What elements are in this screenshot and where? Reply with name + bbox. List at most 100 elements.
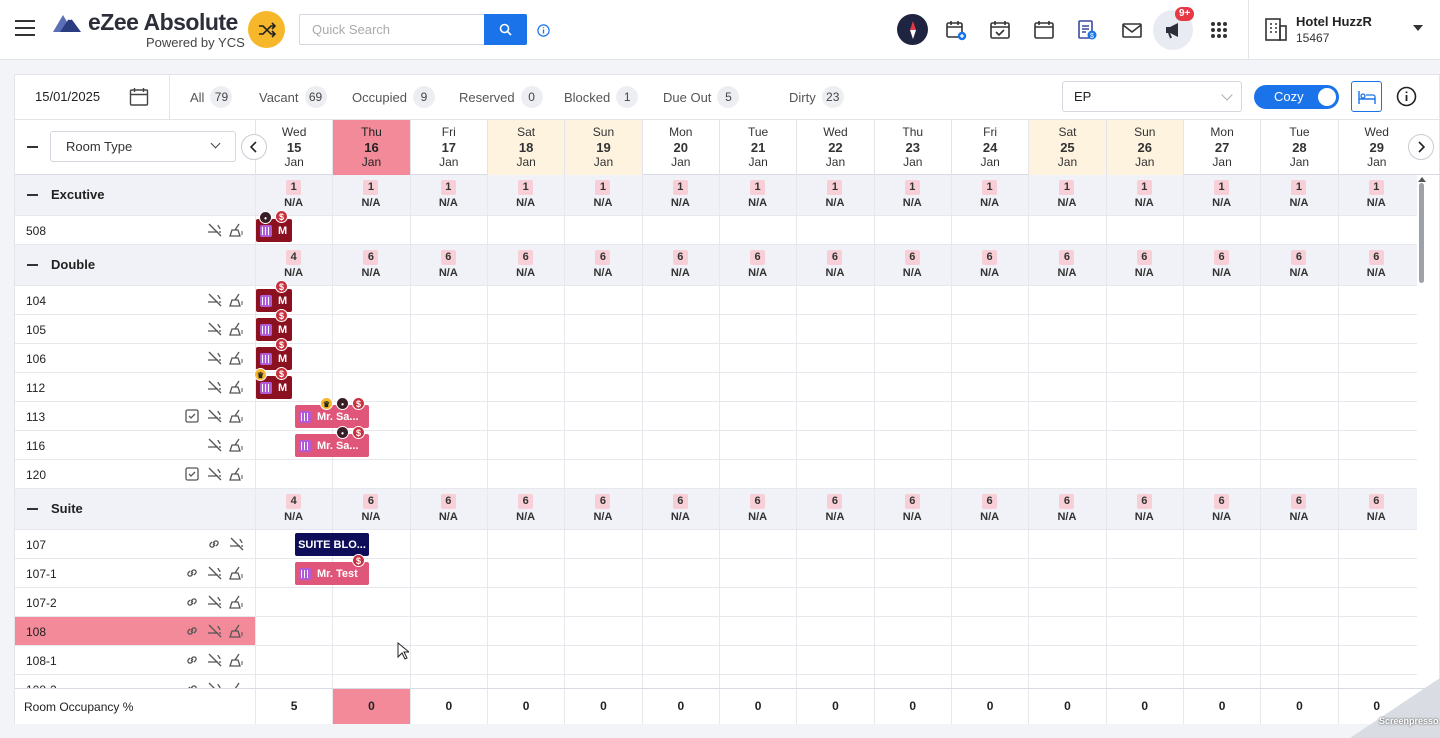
grid-cell[interactable]: [1182, 559, 1260, 587]
hotel-dropdown-caret[interactable]: [1413, 25, 1423, 31]
grid-cell[interactable]: [409, 646, 487, 674]
reservation-block[interactable]: Mr. Sa... $ •: [295, 426, 369, 457]
grid-cell[interactable]: [718, 617, 796, 645]
grid-cell[interactable]: [486, 344, 564, 372]
date-column-header[interactable]: Wed 29 Jan: [1337, 120, 1415, 175]
calendar-icon[interactable]: [1032, 18, 1056, 42]
grid-cell[interactable]: [564, 402, 641, 430]
grid-cell[interactable]: [1182, 402, 1260, 430]
grid-cell[interactable]: [1028, 431, 1105, 459]
filter-chip-due-out[interactable]: Due Out 5: [663, 85, 740, 109]
grid-cell[interactable]: [950, 315, 1028, 343]
grid-cell[interactable]: [796, 315, 873, 343]
grid-cell[interactable]: [873, 559, 951, 587]
grid-cell[interactable]: [1028, 315, 1105, 343]
grid-cell[interactable]: [1028, 530, 1105, 558]
reservation-block[interactable]: M $: [256, 280, 292, 312]
grid-cell[interactable]: [950, 675, 1028, 688]
grid-cell[interactable]: [1182, 431, 1260, 459]
grid-cell[interactable]: [486, 559, 564, 587]
grid-cell[interactable]: [950, 216, 1028, 244]
grid-cell[interactable]: [564, 675, 641, 688]
grid-cell[interactable]: [564, 286, 641, 314]
filter-chip-vacant[interactable]: Vacant 69: [259, 85, 327, 109]
grid-cell[interactable]: [1028, 588, 1105, 616]
invoice-icon[interactable]: $: [1075, 18, 1099, 42]
grid-cell[interactable]: [1260, 373, 1337, 401]
grid-cell[interactable]: [950, 460, 1028, 488]
grid-cell[interactable]: [1260, 530, 1337, 558]
apps-grid-icon[interactable]: [1207, 18, 1231, 42]
grid-cell[interactable]: [1105, 344, 1183, 372]
date-column-header[interactable]: Sun 26 Jan: [1105, 120, 1183, 175]
grid-cell[interactable]: [873, 402, 951, 430]
grid-cell[interactable]: [564, 646, 641, 674]
grid-cell[interactable]: [1182, 588, 1260, 616]
grid-cell[interactable]: [409, 559, 487, 587]
grid-cell[interactable]: [1105, 431, 1183, 459]
grid-cell[interactable]: [486, 530, 564, 558]
grid-cell[interactable]: [486, 286, 564, 314]
grid-cell[interactable]: [409, 344, 487, 372]
grid-cell[interactable]: [796, 373, 873, 401]
grid-cell[interactable]: [1337, 588, 1415, 616]
next-dates-button[interactable]: [1408, 134, 1434, 160]
date-column-header[interactable]: Thu 16 Jan: [332, 120, 410, 175]
grid-cell[interactable]: [718, 344, 796, 372]
grid-cell[interactable]: [873, 286, 951, 314]
calendar-picker-icon[interactable]: [129, 87, 149, 107]
mail-icon[interactable]: [1120, 18, 1144, 42]
grid-cell[interactable]: [873, 460, 951, 488]
grid-cell[interactable]: [796, 286, 873, 314]
grid-cell[interactable]: [641, 460, 719, 488]
grid-cell[interactable]: [718, 460, 796, 488]
grid-cell[interactable]: [1105, 675, 1183, 688]
grid-cell[interactable]: [1337, 286, 1415, 314]
grid-cell[interactable]: [950, 530, 1028, 558]
grid-cell[interactable]: [1260, 315, 1337, 343]
grid-cell[interactable]: [950, 617, 1028, 645]
grid-cell[interactable]: [796, 344, 873, 372]
grid-cell[interactable]: [1028, 344, 1105, 372]
grid-cell[interactable]: [873, 216, 951, 244]
grid-cell[interactable]: [873, 617, 951, 645]
grid-cell[interactable]: [564, 617, 641, 645]
date-column-header[interactable]: Sat 18 Jan: [486, 120, 565, 175]
grid-cell[interactable]: [641, 216, 719, 244]
grid-cell[interactable]: [1260, 286, 1337, 314]
grid-cell[interactable]: [486, 675, 564, 688]
grid-cell[interactable]: [1337, 617, 1415, 645]
room-type-select[interactable]: Room Type: [50, 131, 236, 162]
grid-cell[interactable]: [796, 530, 873, 558]
filter-chip-dirty[interactable]: Dirty 23: [789, 85, 844, 109]
grid-cell[interactable]: [255, 588, 332, 616]
scroll-up-arrow[interactable]: [1418, 177, 1426, 182]
reservation-block[interactable]: Mr. Sa... $ • ♛: [295, 397, 369, 428]
grid-cell[interactable]: [1337, 431, 1415, 459]
grid-cell[interactable]: [409, 315, 487, 343]
grid-cell[interactable]: [564, 460, 641, 488]
grid-cell[interactable]: [1105, 315, 1183, 343]
date-column-header[interactable]: Fri 17 Jan: [409, 120, 487, 175]
grid-cell[interactable]: [1028, 373, 1105, 401]
grid-cell[interactable]: [1260, 431, 1337, 459]
grid-cell[interactable]: [796, 402, 873, 430]
grid-cell[interactable]: [718, 559, 796, 587]
reservation-block[interactable]: M $ •: [256, 210, 292, 242]
grid-cell[interactable]: [1260, 646, 1337, 674]
date-column-header[interactable]: Sun 19 Jan: [564, 120, 642, 175]
grid-cell[interactable]: [1105, 588, 1183, 616]
grid-cell[interactable]: [564, 373, 641, 401]
date-column-header[interactable]: Wed 22 Jan: [796, 120, 873, 175]
grid-cell[interactable]: [950, 646, 1028, 674]
grid-cell[interactable]: [718, 216, 796, 244]
grid-cell[interactable]: [1028, 286, 1105, 314]
grid-cell[interactable]: [1028, 559, 1105, 587]
date-column-header[interactable]: Tue 28 Jan: [1260, 120, 1337, 175]
grid-cell[interactable]: [1260, 216, 1337, 244]
grid-cell[interactable]: [486, 460, 564, 488]
grid-cell[interactable]: [332, 588, 409, 616]
grid-cell[interactable]: [796, 646, 873, 674]
grid-cell[interactable]: [1028, 460, 1105, 488]
grid-cell[interactable]: [1337, 530, 1415, 558]
